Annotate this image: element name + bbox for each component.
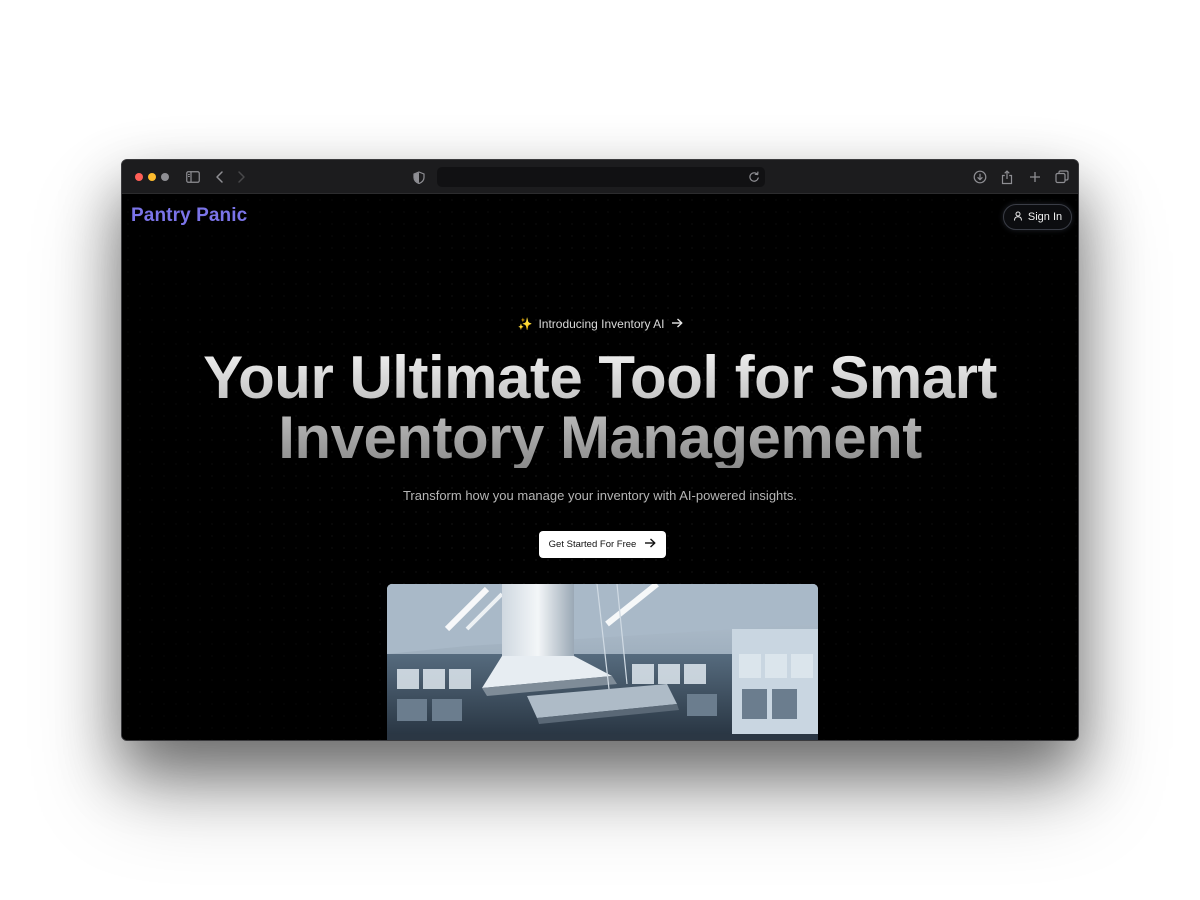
get-started-label: Get Started For Free — [548, 539, 637, 550]
sign-in-label: Sign In — [1027, 211, 1063, 223]
sparkles-icon: ✨ — [517, 317, 533, 331]
hero-subtitle: Transform how you manage your inventory … — [402, 488, 798, 503]
browser-window: Pantry Panic Sign In ✨ Introducing Inven… — [121, 159, 1079, 741]
share-icon[interactable] — [999, 169, 1015, 185]
get-started-button[interactable]: Get Started For Free — [539, 531, 666, 558]
tabs-overview-icon[interactable] — [1054, 169, 1070, 185]
minimize-window-button[interactable] — [148, 173, 156, 181]
browser-toolbar — [122, 160, 1078, 194]
sidebar-icon[interactable] — [185, 169, 201, 185]
announcement-badge[interactable]: ✨ Introducing Inventory AI — [122, 317, 1078, 331]
download-icon[interactable] — [972, 169, 988, 185]
arrow-right-icon — [644, 538, 656, 551]
zoom-window-button[interactable] — [161, 173, 169, 181]
address-bar[interactable] — [437, 167, 765, 187]
hero-title: Your Ultimate Tool for Smart Inventory M… — [122, 348, 1078, 468]
forward-icon[interactable] — [233, 169, 249, 185]
announcement-text: Introducing Inventory AI — [538, 317, 665, 331]
kitchen-hero-image — [387, 584, 818, 740]
arrow-right-icon — [671, 317, 683, 331]
hero-title-line-2: Inventory Management — [278, 404, 922, 471]
sign-in-button[interactable]: Sign In — [1003, 204, 1072, 230]
reload-icon[interactable] — [747, 170, 761, 184]
close-window-button[interactable] — [135, 173, 143, 181]
user-icon — [1013, 211, 1023, 224]
brand-logo[interactable]: Pantry Panic — [131, 205, 247, 227]
back-icon[interactable] — [212, 169, 228, 185]
landing-page: Pantry Panic Sign In ✨ Introducing Inven… — [122, 194, 1078, 740]
shield-icon[interactable] — [411, 169, 427, 185]
hero-title-line-1: Your Ultimate Tool for Smart — [203, 344, 997, 411]
new-tab-icon[interactable] — [1027, 169, 1043, 185]
